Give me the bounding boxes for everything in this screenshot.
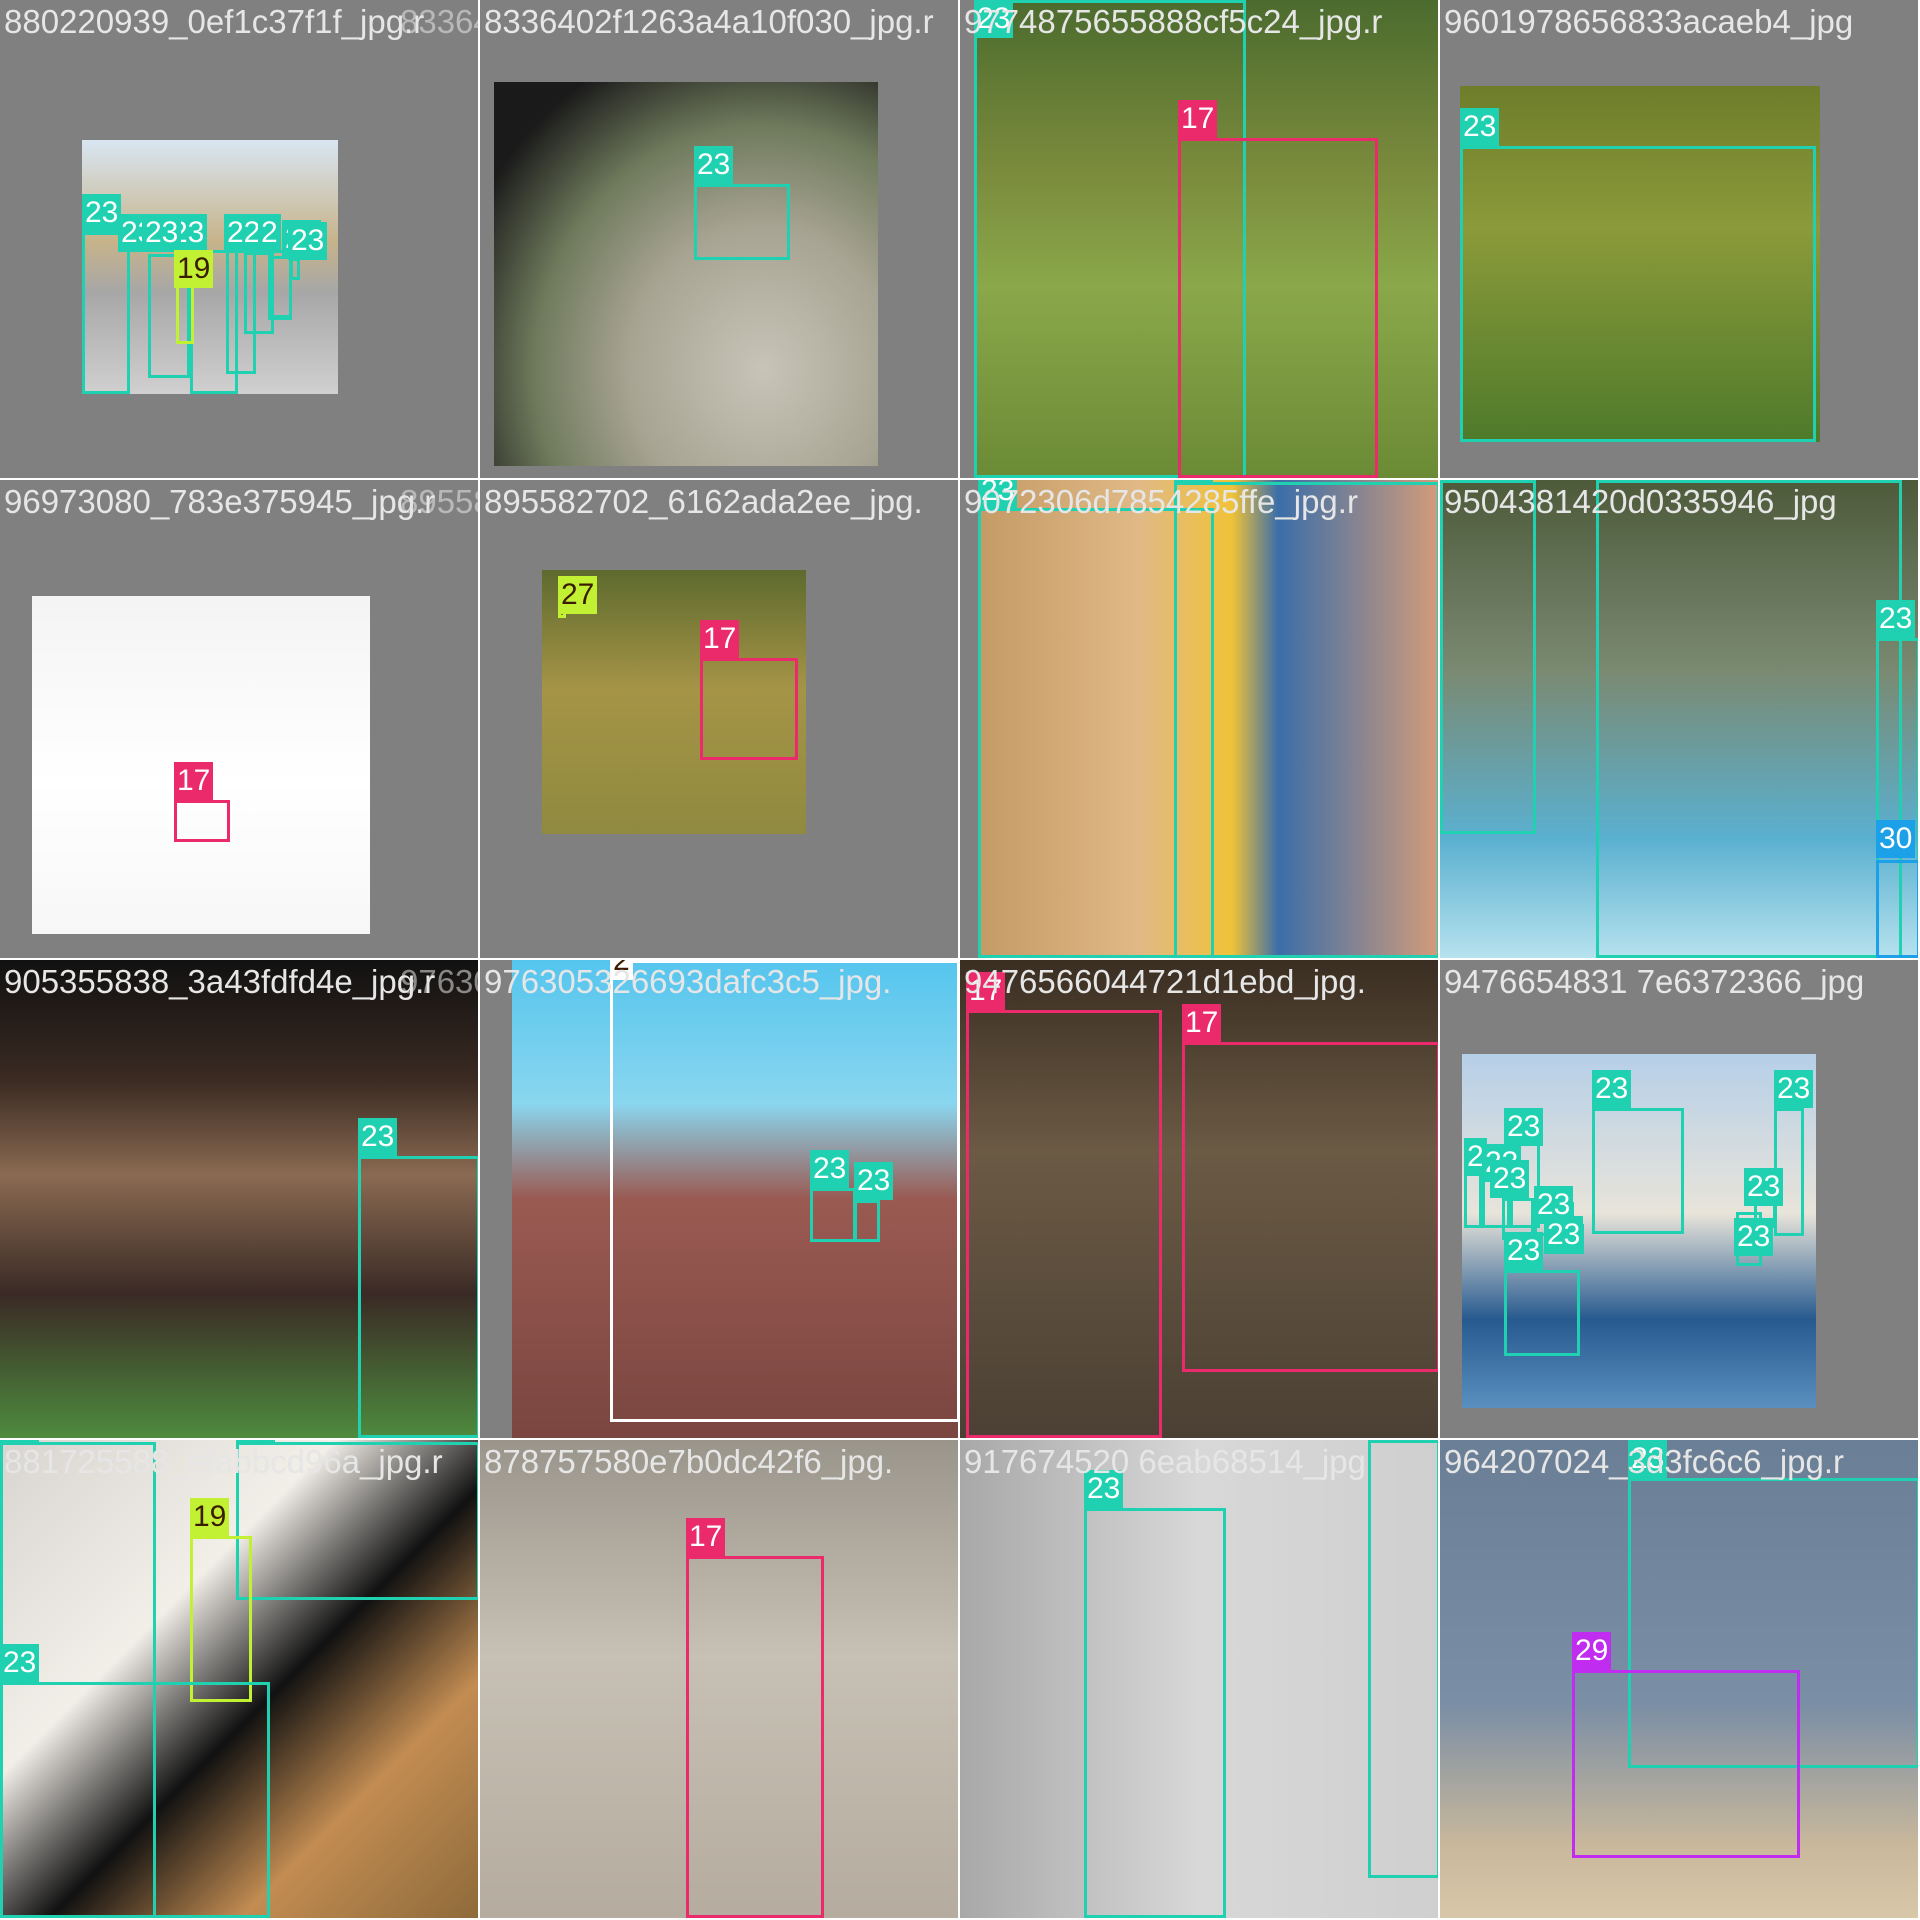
bbox-label: 2 [258,214,281,252]
bbox-label: 23 [1544,1216,1584,1254]
bbox [358,1156,478,1438]
bbox-label: 29 [1572,1632,1612,1670]
filename-label: 878757580e7b0dc42f6_jpg. [484,1443,894,1480]
bbox [966,1010,1162,1438]
filename-label-overlap: 895582702_6162ada2ee_jpg. [400,483,478,520]
bbox-label: 23 [1440,480,1480,482]
tile-16: 964207024_3d3fc6c6_jpg.r 23 29 [1440,1440,1920,1920]
bbox-label: 17 [686,1518,726,1556]
bbox [82,232,130,394]
bbox-label: 23 [358,1118,398,1156]
bbox [1174,482,1438,958]
tile-11: 9476566044721d1ebd_jpg. 17 17 [960,960,1440,1440]
bbox-label: 23 [0,1644,40,1682]
tile-4: 9601978656833acaeb4_jpg 23 [1440,0,1920,480]
filename-label: 96973080_783e375945_jpg.r [4,483,436,520]
bbox [1440,480,1536,834]
tile-6: 895582702_6162ada2ee_jpg. 27 17 [480,480,960,960]
filename-label: 9601978656833acaeb4_jpg [1444,3,1854,40]
bbox [1596,480,1902,958]
bbox [0,1682,270,1918]
bbox-label: 23 [1460,108,1500,146]
bbox [268,250,292,320]
bbox [1368,1440,1438,1878]
bbox [700,658,798,760]
bbox-label: 23 [1876,600,1916,638]
bbox [290,258,300,280]
bbox-label: 17 [1178,100,1218,138]
bbox-label: 17 [1182,1004,1222,1042]
filename-label: 9072306d7854285ffe_jpg.r [964,483,1358,520]
bbox-label: 23 [1592,1070,1632,1108]
bbox-label: 23 [1504,1232,1544,1270]
bbox [1504,1270,1580,1356]
filename-label: 9504381420d0335946_jpg [1444,483,1837,520]
bbox [810,1188,856,1242]
filename-label-overlap: 976305326693dafc3c5_jpg. [400,963,478,1000]
bbox [1876,860,1918,958]
bbox-label: 17 [700,620,740,658]
tile-3: 9774875655888cf5c24_jpg.r 23 17 [960,0,1440,480]
detection-mosaic: 880220939_0ef1c37f1f_jpg.r 8336402f1263a… [0,0,1920,1920]
filename-label: 8336402f1263a4a10f030_jpg.r [484,3,934,40]
bbox-label: 23 [854,1162,894,1200]
tile-15: 917674520 6eab68514_jpg 23 23 [960,1440,1440,1920]
bbox-label: 23 [1490,1160,1530,1198]
bbox [686,1556,824,1918]
bbox [854,1200,880,1242]
tile-13: 881725588_efabbcd96a_jpg.r 23 23 19 23 [0,1440,480,1920]
bbox-label: 30 [1876,820,1916,858]
bbox [1178,138,1378,478]
tile-10: 976305326693dafc3c5_jpg. 2 23 23 [480,960,960,1440]
bbox-label: 19 [190,1498,230,1536]
tile-7: 9072306d7854285ffe_jpg.r 23 23 [960,480,1440,960]
bbox [174,800,230,842]
tile-14: 878757580e7b0dc42f6_jpg. 17 [480,1440,960,1920]
filename-label: 964207024_3d3fc6c6_jpg.r [1444,1443,1845,1480]
bbox [1460,146,1816,442]
tile-5: 96973080_783e375945_jpg.r 895582702_6162… [0,480,480,960]
bbox-label: 23 [236,1440,276,1442]
filename-label: 895582702_6162ada2ee_jpg. [484,483,923,520]
bbox-label: 23 [1744,1168,1784,1206]
bbox-label: 23 [288,222,328,260]
bbox [190,1536,252,1702]
bbox [1182,1042,1438,1372]
bbox [694,184,790,260]
bbox [610,960,958,1422]
bbox-label: 17 [174,762,214,800]
tile-9: 905355838_3a43fdfd4e_jpg.r 976305326693d… [0,960,480,1440]
filename-label: 9476566044721d1ebd_jpg. [964,963,1366,1000]
filename-label: 905355838_3a43fdfd4e_jpg.r [4,963,436,1000]
bbox-label: 23 [82,194,122,232]
filename-label: 9476654831 7e6372366_jpg [1444,963,1865,1000]
bbox-label: 23 [1504,1108,1544,1146]
filename-label: 917674520 6eab68514_jpg [964,1443,1366,1480]
bbox-label: 23 [1734,1218,1774,1256]
bbox-label: 23 [142,214,182,252]
bbox [1084,1508,1226,1918]
tile-12: 9476654831 7e6372366_jpg 2 23 23 23 23 2… [1440,960,1920,1440]
bbox-label: 23 [810,1150,850,1188]
tile-8: 9504381420d0335946_jpg 23 23 23 30 [1440,480,1920,960]
bbox [1592,1108,1684,1234]
filename-label: 9774875655888cf5c24_jpg.r [964,3,1383,40]
tile-2: 8336402f1263a4a10f030_jpg.r 23 [480,0,960,480]
filename-label: 881725588_efabbcd96a_jpg.r [4,1443,443,1480]
bbox-label: 23 [0,1440,40,1442]
bbox-label: 23 [694,146,734,184]
filename-label: 880220939_0ef1c37f1f_jpg.r [4,3,425,40]
bbox-label: 27 [558,576,598,614]
bbox-label: 23 [1174,480,1214,482]
filename-label-overlap: 8336402f1263a4a10f030_jpg. [400,3,478,40]
bbox-label: 19 [174,250,214,288]
bbox [1572,1670,1800,1858]
filename-label: 976305326693dafc3c5_jpg. [484,963,892,1000]
bbox-label: 23 [1774,1070,1814,1108]
tile-1: 880220939_0ef1c37f1f_jpg.r 8336402f1263a… [0,0,480,480]
photo-rock-climber [494,82,878,466]
